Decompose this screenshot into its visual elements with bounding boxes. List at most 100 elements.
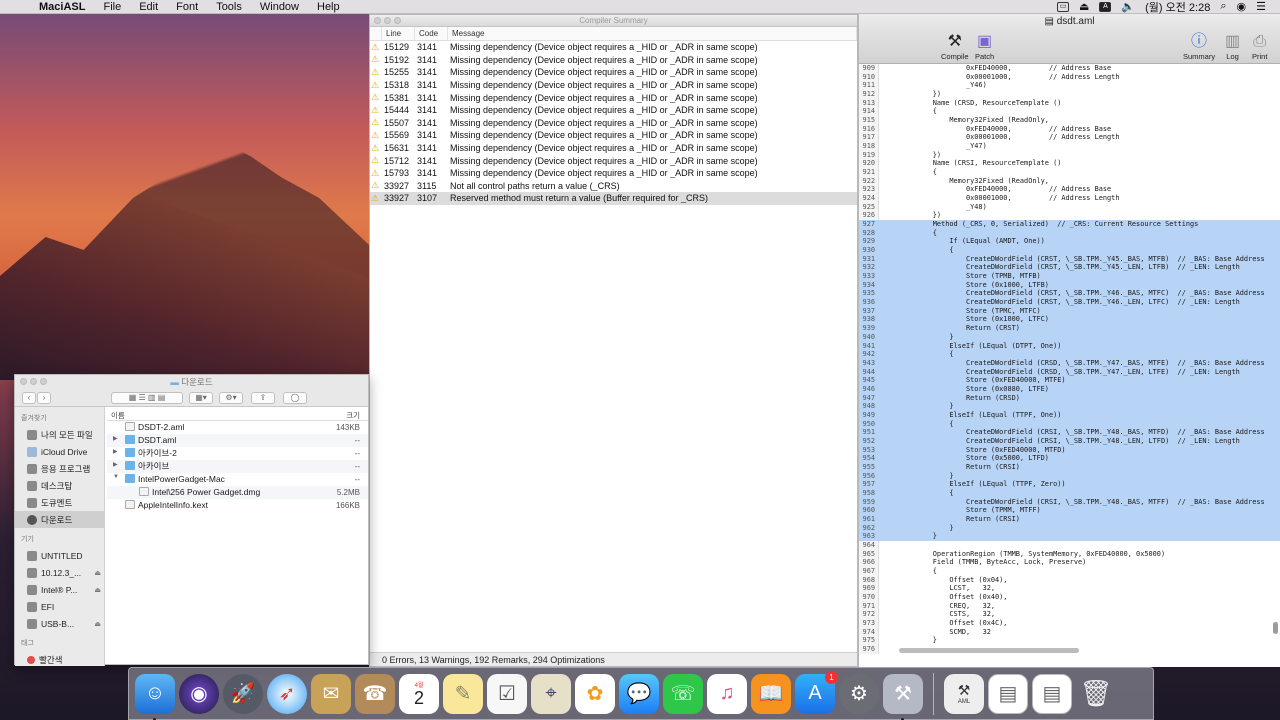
file-row[interactable]: DSDT-2.aml 143KB — [107, 421, 368, 434]
sidebar-item-all-files[interactable]: 나의 모든 파일 — [15, 426, 104, 443]
messages-dock-icon[interactable]: 💬 — [619, 673, 659, 714]
menu-window[interactable]: Window — [251, 1, 308, 13]
maciasl-dock-icon[interactable]: ⚒ — [883, 673, 923, 720]
code-line[interactable]: 946 Store (0x0880, LTFE) — [859, 384, 1280, 394]
finder-minimize-button[interactable] — [30, 378, 37, 385]
code-line[interactable]: 972 CSTS, 32, — [859, 610, 1280, 619]
code-line[interactable]: 957 ElseIf (LEqual (TTPF, Zero)) — [859, 480, 1280, 489]
system-preferences-dock-icon[interactable]: ⚙ — [839, 673, 879, 714]
code-line[interactable]: 910 0x00001000, // Address Length — [859, 73, 1280, 82]
code-line[interactable]: 930 { — [859, 246, 1280, 255]
sidebar-item-applications[interactable]: 응용 프로그램 — [15, 460, 104, 477]
menu-app-name[interactable]: MaciASL — [30, 1, 94, 13]
contacts-dock-icon[interactable]: ☎ — [355, 673, 395, 714]
finder-zoom-button[interactable] — [40, 378, 47, 385]
code-line[interactable]: 970 Offset (0x40), — [859, 593, 1280, 602]
log-button[interactable]: ▥ Log — [1225, 32, 1240, 61]
code-line[interactable]: 968 Offset (0x04), — [859, 576, 1280, 585]
sidebar-item-icloud[interactable]: iCloud Drive — [15, 443, 104, 460]
mail-stamp-dock-icon[interactable]: ✉ — [311, 673, 351, 714]
code-line[interactable]: 925 _Y48) — [859, 203, 1280, 212]
summary-row[interactable]: ⚠ 15569 3141 Missing dependency (Device obj… — [370, 129, 857, 142]
code-line[interactable]: 933 Store (TPMB, MTFB) — [859, 272, 1280, 281]
eject-icon[interactable]: ⏏ — [94, 586, 101, 594]
code-line[interactable]: 914 { — [859, 107, 1280, 116]
code-line[interactable]: 940 } — [859, 332, 1280, 342]
file-row[interactable]: ▶ 아카이브 -- — [107, 460, 368, 473]
sidebar-item-efi[interactable]: EFI — [15, 598, 104, 615]
column-size[interactable]: 크기 — [346, 410, 360, 421]
volume-icon[interactable]: 🔈 — [1121, 0, 1135, 13]
code-line[interactable]: 965 OperationRegion (TMMB, SystemMemory,… — [859, 550, 1280, 559]
photos-dock-icon[interactable]: ✿ — [575, 673, 615, 714]
summary-row[interactable]: ⚠ 15255 3141 Missing dependency (Device obj… — [370, 66, 857, 79]
code-line[interactable]: 928 { — [859, 228, 1280, 238]
file-row[interactable]: Intel\256 Power Gadget.dmg 5.2MB — [107, 486, 368, 499]
code-line[interactable]: 974 SCMD, 32 — [859, 628, 1280, 637]
code-line[interactable]: 929 If (LEqual (AMDT, One)) — [859, 237, 1280, 247]
code-line[interactable]: 942 { — [859, 350, 1280, 359]
code-line[interactable]: 931 CreateDWordField (CRST, \_SB.TPM._Y4… — [859, 254, 1280, 264]
code-line[interactable]: 962 } — [859, 523, 1280, 533]
code-line[interactable]: 922 Memory32Fixed (ReadOnly, — [859, 177, 1280, 186]
code-line[interactable]: 950 { — [859, 419, 1280, 429]
notification-center-icon[interactable]: ☰ — [1256, 0, 1266, 13]
sidebar-item-downloads[interactable]: 다운로드 — [15, 511, 104, 528]
eject-status-icon[interactable]: ⏏ — [1079, 0, 1089, 13]
summary-row[interactable]: ⚠ 15793 3141 Missing dependency (Device obj… — [370, 167, 857, 180]
code-line[interactable]: 959 CreateDWordField (CRSI, \_SB.TPM._Y4… — [859, 497, 1280, 507]
code-line[interactable]: 939 Return (CRST) — [859, 324, 1280, 333]
view-mode-selector[interactable]: ▦ ☰ ▥ ▤ — [111, 392, 183, 404]
horizontal-scrollbar[interactable] — [899, 648, 1079, 653]
forward-button[interactable]: › — [37, 392, 51, 404]
summary-row[interactable]: ⚠ 15444 3141 Missing dependency (Device obj… — [370, 104, 857, 117]
summary-row[interactable]: ⚠ 15712 3141 Missing dependency (Device obj… — [370, 154, 857, 167]
sidebar-item-desktop[interactable]: 데스크탑 — [15, 477, 104, 494]
code-line[interactable]: 958 { — [859, 488, 1280, 498]
code-line[interactable]: 963 } — [859, 532, 1280, 541]
code-line[interactable]: 941 ElseIf (LEqual (DTPT, One)) — [859, 341, 1280, 351]
minimize-button[interactable] — [384, 17, 391, 24]
code-line[interactable]: 954 Store (0x5000, LTFD) — [859, 454, 1280, 463]
code-line[interactable]: 924 0x00001000, // Address Length — [859, 194, 1280, 203]
disclosure-triangle-icon[interactable]: ▶ — [113, 461, 118, 468]
compile-button[interactable]: ⚒ Compile — [941, 32, 969, 61]
eject-icon[interactable]: ⏏ — [94, 620, 101, 628]
code-line[interactable]: 921 { — [859, 168, 1280, 177]
summary-row[interactable]: ⚠ 15381 3141 Missing dependency (Device obj… — [370, 91, 857, 104]
code-line[interactable]: 915 Memory32Fixed (ReadOnly, — [859, 116, 1280, 125]
column-code[interactable]: Code — [415, 27, 448, 40]
code-line[interactable]: 956 } — [859, 471, 1280, 481]
back-button[interactable]: ‹ — [22, 392, 36, 404]
code-line[interactable]: 949 ElseIf (LEqual (TTPF, One)) — [859, 410, 1280, 420]
summary-row[interactable]: ⚠ 15507 3141 Missing dependency (Device obj… — [370, 117, 857, 130]
zoom-button[interactable] — [394, 17, 401, 24]
code-line[interactable]: 944 CreateDWordField (CRSD, \_SB.TPM._Y4… — [859, 367, 1280, 377]
summary-row[interactable]: ⚠ 33927 3115 Not all control paths return a… — [370, 180, 857, 193]
file-row[interactable]: ▶ 아카이브-2 -- — [107, 447, 368, 460]
calendar-dock-icon[interactable]: 4월 2 — [399, 673, 439, 714]
code-line[interactable]: 920 Name (CRSI, ResourceTemplate () — [859, 159, 1280, 168]
input-source-icon[interactable]: A — [1099, 1, 1112, 12]
code-line[interactable]: 945 Store (0xFED40000, MTFE) — [859, 376, 1280, 385]
disclosure-triangle-icon[interactable]: ▶ — [113, 448, 118, 455]
notes-dock-icon[interactable]: ✎ — [443, 673, 483, 714]
siri-icon[interactable]: ◉ — [1237, 0, 1247, 13]
code-line[interactable]: 912 }) — [859, 90, 1280, 99]
ibooks-dock-icon[interactable]: 📖 — [751, 673, 791, 714]
sidebar-item-volume-1[interactable]: 10.12.3_... ⏏ — [15, 564, 104, 581]
sidebar-item-untitled[interactable]: UNTITLED — [15, 547, 104, 564]
code-line[interactable]: 960 Store (TPMM, MTFF) — [859, 506, 1280, 515]
code-line[interactable]: 935 CreateDWordField (CRST, \_SB.TPM._Y4… — [859, 289, 1280, 299]
code-line[interactable]: 927 Method (_CRS, 0, Serialized) // _CRS… — [859, 220, 1280, 229]
sidebar-item-tag-red[interactable]: 빨간색 — [15, 651, 104, 668]
code-line[interactable]: 936 CreateDWordField (CRST, \_SB.TPM._Y4… — [859, 298, 1280, 307]
sidebar-item-documents[interactable]: 도큐멘트 — [15, 494, 104, 511]
code-line[interactable]: 953 Store (0xFED40000, MTFD) — [859, 445, 1280, 455]
print-button[interactable]: ⎙ Print — [1252, 32, 1267, 61]
code-line[interactable]: 916 0xFED40000, // Address Base — [859, 125, 1280, 134]
code-editor[interactable]: 909 0xFED40000, // Address Base 910 0x000… — [859, 64, 1280, 654]
trash-dock-icon[interactable]: 🗑 — [1076, 674, 1116, 714]
disclosure-triangle-icon[interactable]: ▶ — [113, 435, 118, 442]
summary-row[interactable]: ⚠ 15129 3141 Missing dependency (Device obj… — [370, 41, 857, 54]
